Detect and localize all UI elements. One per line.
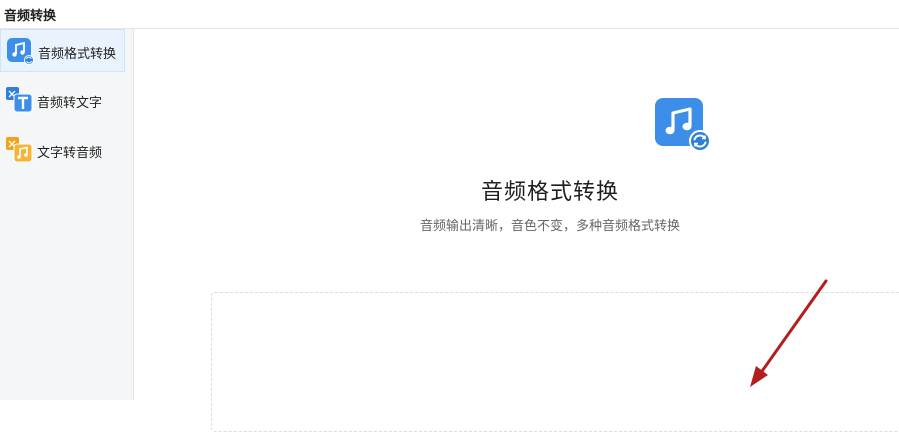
sidebar-item-text-to-audio[interactable]: 文字转音频 (0, 129, 125, 172)
sidebar-item-label: 音频格式转换 (38, 47, 117, 62)
audio-format-convert-icon (7, 38, 34, 65)
sidebar-item-audio-format-convert[interactable]: 音频格式转换 (0, 29, 125, 72)
audio-to-text-icon (6, 87, 33, 113)
page-subtitle: 音频输出清晰，音色不变，多种音频格式转换 (419, 219, 680, 234)
page-title: 音频格式转换 (480, 180, 619, 205)
main-panel: 音频格式转换 音频输出清晰，音色不变，多种音频格式转换 (134, 29, 899, 432)
sidebar-item-audio-to-text[interactable]: 音频转文字 (0, 79, 125, 122)
music-note-convert-icon (655, 98, 711, 152)
sidebar-item-label: 文字转音频 (37, 146, 103, 161)
window-title: 音频转换 (4, 9, 57, 24)
title-bar: 音频转换 (0, 0, 899, 29)
text-to-audio-icon (6, 137, 33, 163)
file-drop-zone[interactable] (211, 292, 899, 432)
sidebar-item-label: 音频转文字 (37, 96, 103, 111)
